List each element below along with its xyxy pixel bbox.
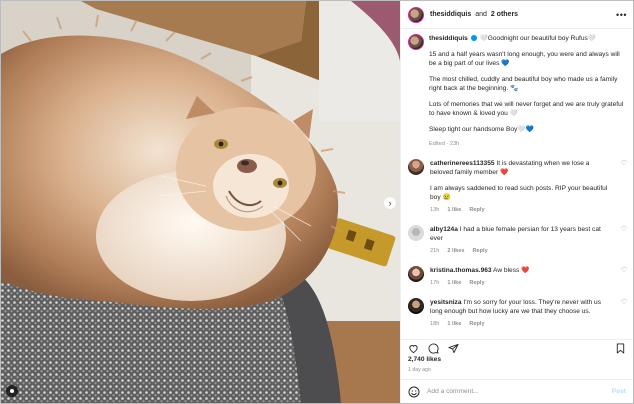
coauthor-connector: and (475, 11, 487, 18)
comment-age: 21h (430, 248, 440, 254)
commenter-avatar[interactable] (408, 159, 424, 175)
caption-paragraph: Sleep tight our handsome Boy🤍💙 (429, 126, 534, 133)
reply-button[interactable]: Reply (472, 247, 487, 256)
tagged-users-button[interactable] (6, 385, 18, 397)
comment-age: 18h (430, 321, 440, 327)
comment-username[interactable]: catherinerees113355 (430, 160, 495, 167)
post-actions (401, 339, 633, 357)
like-button[interactable] (408, 343, 419, 354)
caption-avatar[interactable] (408, 34, 424, 50)
comment-input[interactable] (427, 388, 605, 395)
comment-text: Aw bless ❤️ (493, 267, 530, 274)
emoji-icon[interactable] (408, 386, 420, 398)
likes-count[interactable]: 2,740 likes (408, 356, 441, 363)
comment-likes[interactable]: 1 like (447, 206, 461, 215)
comment-meta: 17h 1 like Reply (430, 279, 611, 288)
like-comment-icon[interactable]: ♡ (617, 266, 627, 288)
reply-button[interactable]: Reply (469, 320, 484, 329)
comment-item: catherinerees113355 It is devastating wh… (408, 159, 627, 215)
like-comment-icon[interactable]: ♡ (617, 159, 627, 215)
reply-button[interactable]: Reply (469, 279, 484, 288)
chevron-right-icon: › (388, 197, 392, 208)
comment-likes[interactable]: 1 like (447, 320, 461, 329)
commenter-avatar[interactable] (408, 225, 424, 241)
comment-bubble-icon (428, 343, 439, 354)
caption-meta: Edited · 23h (429, 141, 460, 147)
comment-meta: 13h 1 like Reply (430, 206, 611, 215)
post-sidebar: thesiddiquis and 2 others ••• thesiddiqu… (400, 1, 633, 403)
comment-likes[interactable]: 2 likes (447, 247, 464, 256)
post-media[interactable]: › (1, 1, 400, 403)
share-button[interactable] (448, 343, 459, 354)
next-slide-button[interactable]: › (384, 197, 396, 209)
caption-paragraph: The most chilled, cuddly and beautiful b… (429, 76, 618, 92)
coauthors-link[interactable]: 2 others (491, 11, 518, 18)
caption-username[interactable]: thesiddiquis (429, 35, 468, 42)
post-header: thesiddiquis and 2 others ••• (401, 1, 633, 29)
comment-meta: 21h 2 likes Reply (430, 247, 611, 256)
comment-meta: 18h 1 like Reply (430, 320, 611, 329)
comment-item: yesitsniza I'm so sorry for your loss. T… (408, 298, 627, 329)
commenter-avatar[interactable] (408, 266, 424, 282)
verified-badge-icon (470, 35, 477, 41)
commenter-avatar[interactable] (408, 298, 424, 314)
save-button[interactable] (615, 343, 626, 354)
comment-likes[interactable]: 1 like (447, 279, 461, 288)
comments-scroll[interactable]: thesiddiquis 🤍Goodnight our beautiful bo… (401, 29, 633, 339)
like-comment-icon[interactable]: ♡ (617, 298, 627, 329)
user-tag-icon (10, 389, 14, 393)
comment-username[interactable]: yesitsniza (430, 299, 462, 306)
comment-composer: Post (401, 379, 633, 403)
paper-plane-icon (448, 343, 459, 354)
author-line: thesiddiquis and 2 others (430, 11, 518, 18)
caption-paragraph: 15 and a half years wasn't long enough, … (429, 51, 620, 67)
post-comment-button[interactable]: Post (612, 388, 626, 395)
comment-username[interactable]: alby124a (430, 226, 458, 233)
cat-photo (1, 1, 400, 403)
like-comment-icon[interactable]: ♡ (617, 225, 627, 256)
comment-item: kristina.thomas.963 Aw bless ❤️ 17h 1 li… (408, 266, 627, 288)
caption-paragraph: Lots of memories that we will never forg… (429, 101, 624, 117)
author-username[interactable]: thesiddiquis (430, 11, 471, 18)
bookmark-icon (616, 343, 625, 354)
heart-icon (409, 345, 418, 354)
comment-button[interactable] (428, 343, 439, 354)
caption-title: 🤍Goodnight our beautiful boy Rufus🤍 (479, 35, 597, 42)
author-avatar[interactable] (408, 6, 424, 23)
comment-item: alby124a I had a blue female persian for… (408, 225, 627, 256)
post-caption: thesiddiquis 🤍Goodnight our beautiful bo… (408, 34, 627, 149)
reply-button[interactable]: Reply (469, 206, 484, 215)
post-date: 1 day ago (408, 367, 431, 373)
comment-username[interactable]: kristina.thomas.963 (430, 267, 492, 274)
comment-age: 13h (430, 207, 440, 213)
more-options-icon[interactable]: ••• (616, 10, 627, 20)
comment-text: I am always saddened to read such posts.… (430, 185, 608, 201)
comment-age: 17h (430, 280, 440, 286)
